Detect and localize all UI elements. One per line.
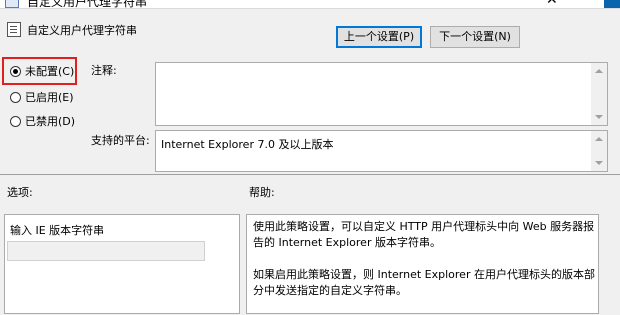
title-bar: 自定义用户代理字符串 ✕ bbox=[0, 0, 620, 9]
radio-label: 已启用(E) bbox=[25, 91, 74, 104]
scroll-down-icon[interactable] bbox=[595, 161, 603, 165]
policy-title: 自定义用户代理字符串 bbox=[27, 24, 137, 37]
comment-textarea[interactable] bbox=[155, 62, 608, 126]
radio-button[interactable] bbox=[10, 91, 21, 103]
section-divider bbox=[0, 174, 620, 175]
comment-label: 注释: bbox=[91, 64, 117, 77]
help-label: 帮助: bbox=[249, 186, 275, 199]
supported-platform-label: 支持的平台: bbox=[91, 134, 150, 147]
app-icon bbox=[5, 0, 19, 8]
window-title: 自定义用户代理字符串 bbox=[27, 0, 148, 9]
help-text: 使用此策略设置，可以自定义 HTTP 用户代理标头中向 Web 服务器报告的 I… bbox=[253, 219, 595, 315]
supported-platform-box: Internet Explorer 7.0 及以上版本 bbox=[155, 130, 608, 172]
radio-button[interactable] bbox=[10, 65, 21, 77]
ie-version-label: 输入 IE 版本字符串 bbox=[10, 224, 105, 237]
supported-platform-value: Internet Explorer 7.0 及以上版本 bbox=[161, 138, 334, 151]
ie-version-input[interactable] bbox=[7, 241, 205, 261]
radio-enabled[interactable]: 已启用(E) bbox=[10, 89, 74, 105]
scroll-up-icon[interactable] bbox=[595, 69, 603, 73]
radio-button[interactable] bbox=[10, 115, 21, 127]
comment-scrollbar[interactable] bbox=[591, 63, 607, 125]
radio-label: 已禁用(D) bbox=[25, 115, 76, 128]
help-paragraph: 使用此策略设置，可以自定义 HTTP 用户代理标头中向 Web 服务器报告的 I… bbox=[253, 220, 595, 249]
close-icon[interactable]: ✕ bbox=[546, 0, 558, 8]
scroll-down-icon[interactable] bbox=[595, 115, 603, 119]
radio-disabled[interactable]: 已禁用(D) bbox=[10, 113, 75, 129]
policy-icon bbox=[7, 22, 21, 37]
prev-setting-button[interactable]: 上一个设置(P) bbox=[336, 26, 422, 48]
radio-not-configured[interactable]: 未配置(C) bbox=[10, 63, 74, 79]
scrollbar-strip bbox=[604, 0, 620, 8]
radio-label: 未配置(C) bbox=[25, 65, 75, 78]
options-label: 选项: bbox=[7, 186, 33, 199]
scroll-up-icon[interactable] bbox=[595, 137, 603, 141]
next-setting-button[interactable]: 下一个设置(N) bbox=[430, 26, 520, 48]
help-panel: 使用此策略设置，可以自定义 HTTP 用户代理标头中向 Web 服务器报告的 I… bbox=[246, 214, 599, 314]
platform-scrollbar[interactable] bbox=[591, 131, 607, 171]
help-paragraph: 如果启用此策略设置，则 Internet Explorer 在用户代理标头的版本… bbox=[253, 268, 595, 297]
